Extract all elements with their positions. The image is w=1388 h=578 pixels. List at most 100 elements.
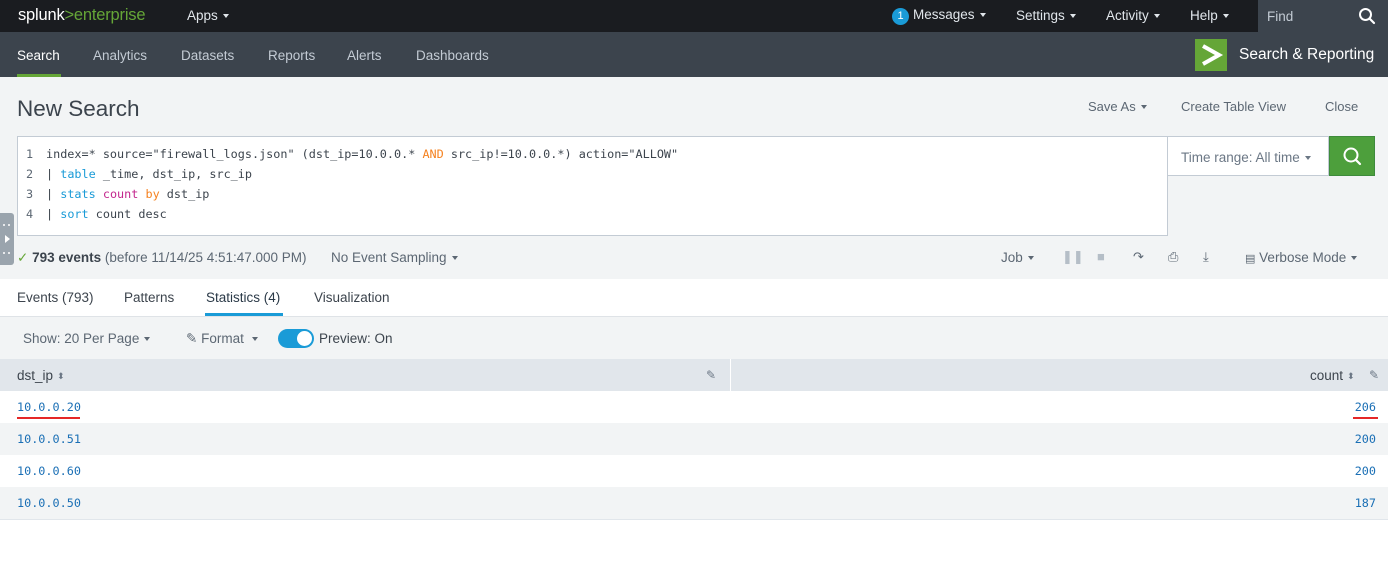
table-row: 10.0.0.50 187 — [0, 487, 1388, 519]
activity-menu[interactable]: Activity — [1106, 8, 1160, 23]
chevron-down-icon — [251, 337, 258, 341]
job-label: Job — [1001, 250, 1023, 265]
tab-analytics[interactable]: Analytics — [93, 48, 147, 63]
tab-statistics[interactable]: Statistics (4) — [206, 290, 280, 305]
apps-menu[interactable]: Apps — [187, 8, 229, 23]
chevron-down-icon — [1222, 14, 1229, 18]
chevron-down-icon — [1140, 105, 1147, 109]
chevron-down-icon — [222, 14, 229, 18]
format-menu[interactable]: ✎ Format — [186, 331, 258, 347]
cell-count[interactable]: 187 — [1355, 496, 1376, 510]
check-icon: ✓ — [17, 250, 29, 265]
per-page-menu[interactable]: Show: 20 Per Page — [23, 331, 151, 346]
event-count: 793 events — [32, 250, 102, 265]
help-label: Help — [1190, 8, 1218, 23]
cell-count[interactable]: 200 — [1355, 464, 1376, 478]
active-result-tab-indicator — [205, 313, 283, 316]
tab-dashboards[interactable]: Dashboards — [416, 48, 489, 63]
table-row: 10.0.0.51 200 — [0, 423, 1388, 455]
job-menu[interactable]: Job — [1001, 250, 1034, 265]
stop-icon[interactable]: ■ — [1097, 249, 1105, 264]
mode-icon: ▤ — [1245, 253, 1256, 265]
chevron-down-icon — [1153, 14, 1160, 18]
app-name[interactable]: Search & Reporting — [1239, 46, 1374, 64]
cell-dst-ip[interactable]: 10.0.0.20 — [17, 400, 81, 414]
search-query-editor[interactable]: 1 index=* source="firewall_logs.json" (ds… — [17, 136, 1168, 236]
search-panel: New Search Save As Create Table View Clo… — [0, 77, 1388, 279]
chevron-down-icon — [979, 13, 986, 17]
page-title: New Search — [17, 96, 140, 121]
share-icon[interactable]: ↷ — [1133, 249, 1144, 265]
messages-label: Messages — [913, 7, 975, 22]
table-header: dst_ip ⬍ ✎ count ⬍ ✎ — [0, 359, 1388, 391]
annotation-underline — [1353, 417, 1378, 419]
time-range-picker[interactable]: Time range: All time — [1168, 136, 1329, 176]
search-icon — [1343, 147, 1362, 166]
annotation-underline — [17, 417, 80, 419]
tab-reports[interactable]: Reports — [268, 48, 315, 63]
format-label: Format — [201, 331, 244, 346]
event-time: (before 11/14/25 4:51:47.000 PM) — [104, 250, 307, 265]
tab-patterns[interactable]: Patterns — [124, 290, 174, 305]
cell-dst-ip[interactable]: 10.0.0.51 — [17, 432, 81, 446]
settings-label: Settings — [1016, 8, 1065, 23]
edit-column-icon[interactable]: ✎ — [1369, 368, 1379, 382]
chevron-down-icon — [144, 337, 151, 341]
activity-label: Activity — [1106, 8, 1149, 23]
close-button[interactable]: Close — [1325, 99, 1358, 114]
table-options-bar: Show: 20 Per Page ✎ Format Preview: On — [0, 317, 1388, 359]
event-status: ✓ 793 events (before 11/14/25 4:51:47.00… — [17, 250, 307, 266]
column-header-count[interactable]: count ⬍ — [1310, 368, 1355, 383]
find-input[interactable]: Find — [1258, 0, 1388, 32]
preview-label: Preview: On — [319, 331, 393, 346]
cell-dst-ip[interactable]: 10.0.0.60 — [17, 464, 81, 478]
logo-text-product: >enterprise — [64, 6, 146, 24]
chevron-down-icon — [1304, 156, 1311, 160]
tab-datasets[interactable]: Datasets — [181, 48, 234, 63]
find-placeholder: Find — [1267, 9, 1294, 24]
sort-icon: ⬍ — [1347, 371, 1355, 381]
messages-count-badge: 1 — [892, 8, 909, 25]
sort-icon: ⬍ — [57, 371, 65, 381]
chevron-down-icon — [451, 256, 458, 260]
pencil-icon: ✎ — [186, 331, 198, 346]
tab-alerts[interactable]: Alerts — [347, 48, 382, 63]
export-icon[interactable]: ⤓ — [1203, 249, 1209, 265]
sampling-label: No Event Sampling — [331, 250, 447, 265]
chevron-down-icon — [1351, 256, 1358, 260]
splunk-logo[interactable]: splunk>enterprise — [18, 6, 146, 25]
side-panel-handle[interactable] — [0, 213, 14, 265]
table-row: 10.0.0.20 206 — [0, 391, 1388, 423]
event-sampling-menu[interactable]: No Event Sampling — [331, 250, 458, 265]
result-tabs: Events (793) Patterns Statistics (4) Vis… — [0, 279, 1388, 317]
search-mode-menu[interactable]: ▤ Verbose Mode — [1245, 250, 1358, 265]
cell-dst-ip[interactable]: 10.0.0.50 — [17, 496, 81, 510]
top-bar: splunk>enterprise Apps 1 Messages Setting… — [0, 0, 1388, 32]
tab-search[interactable]: Search — [17, 48, 60, 63]
cell-count[interactable]: 200 — [1355, 432, 1376, 446]
pause-icon[interactable]: ❚❚ — [1062, 249, 1084, 265]
table-row: 10.0.0.60 200 — [0, 455, 1388, 487]
toggle-knob — [297, 331, 312, 346]
settings-menu[interactable]: Settings — [1016, 8, 1076, 23]
search-icon[interactable] — [1358, 7, 1376, 25]
column-header-dst-ip[interactable]: dst_ip ⬍ — [17, 368, 65, 383]
create-table-view-button[interactable]: Create Table View — [1181, 99, 1286, 114]
table-bottom-border — [0, 519, 1388, 520]
help-menu[interactable]: Help — [1190, 8, 1229, 23]
cell-count[interactable]: 206 — [1355, 400, 1376, 414]
app-bar: Search Analytics Datasets Reports Alerts… — [0, 32, 1388, 77]
preview-toggle[interactable] — [278, 329, 314, 348]
search-button[interactable] — [1329, 136, 1375, 176]
save-as-button[interactable]: Save As — [1088, 99, 1147, 114]
tab-visualization[interactable]: Visualization — [314, 290, 390, 305]
logo-text: splunk — [18, 6, 65, 24]
edit-column-icon[interactable]: ✎ — [706, 368, 716, 382]
tab-events[interactable]: Events (793) — [17, 290, 94, 305]
app-logo-icon[interactable] — [1195, 39, 1227, 71]
print-icon[interactable]: ⎙ — [1168, 249, 1178, 265]
mode-label: Verbose Mode — [1259, 250, 1347, 265]
messages-menu[interactable]: 1 Messages — [892, 7, 986, 25]
column-label: count — [1310, 368, 1344, 383]
column-label: dst_ip — [17, 368, 54, 383]
